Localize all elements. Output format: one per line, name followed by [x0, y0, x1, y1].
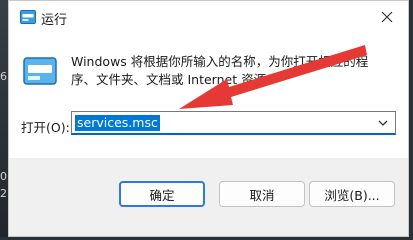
open-input-selected-text[interactable]: services.msc	[75, 115, 160, 131]
window-title: 运行	[41, 13, 68, 28]
title-bar[interactable]: 运行	[9, 1, 408, 35]
screen: 6 0 2 运行 Windows 将根据你所输入的名称，为你打开相应的程序、文件…	[0, 0, 413, 237]
dialog-content: Windows 将根据你所输入的名称，为你打开相应的程序、文件夹、文档或 Int…	[9, 35, 408, 158]
open-label: 打开(O):	[21, 120, 70, 135]
ok-button[interactable]: 确定	[119, 181, 205, 207]
cancel-button[interactable]: 取消	[219, 181, 305, 207]
background-text-fragment: 2	[0, 187, 7, 200]
background-text-fragment: 6	[0, 70, 7, 83]
run-app-icon	[23, 57, 57, 85]
close-button[interactable]	[372, 3, 402, 31]
run-dialog: 运行 Windows 将根据你所输入的名称，为你打开相应的程序、文件夹、文档或 …	[8, 0, 409, 237]
open-combo-input[interactable]: services.msc	[71, 111, 396, 135]
chevron-down-icon[interactable]	[377, 117, 389, 129]
background-text-fragment: 0	[0, 170, 7, 183]
run-icon	[20, 10, 36, 24]
close-icon	[381, 11, 393, 23]
dialog-description: Windows 将根据你所输入的名称，为你打开相应的程序、文件夹、文档或 Int…	[71, 54, 369, 87]
browse-button[interactable]: 浏览(B)...	[309, 181, 395, 207]
